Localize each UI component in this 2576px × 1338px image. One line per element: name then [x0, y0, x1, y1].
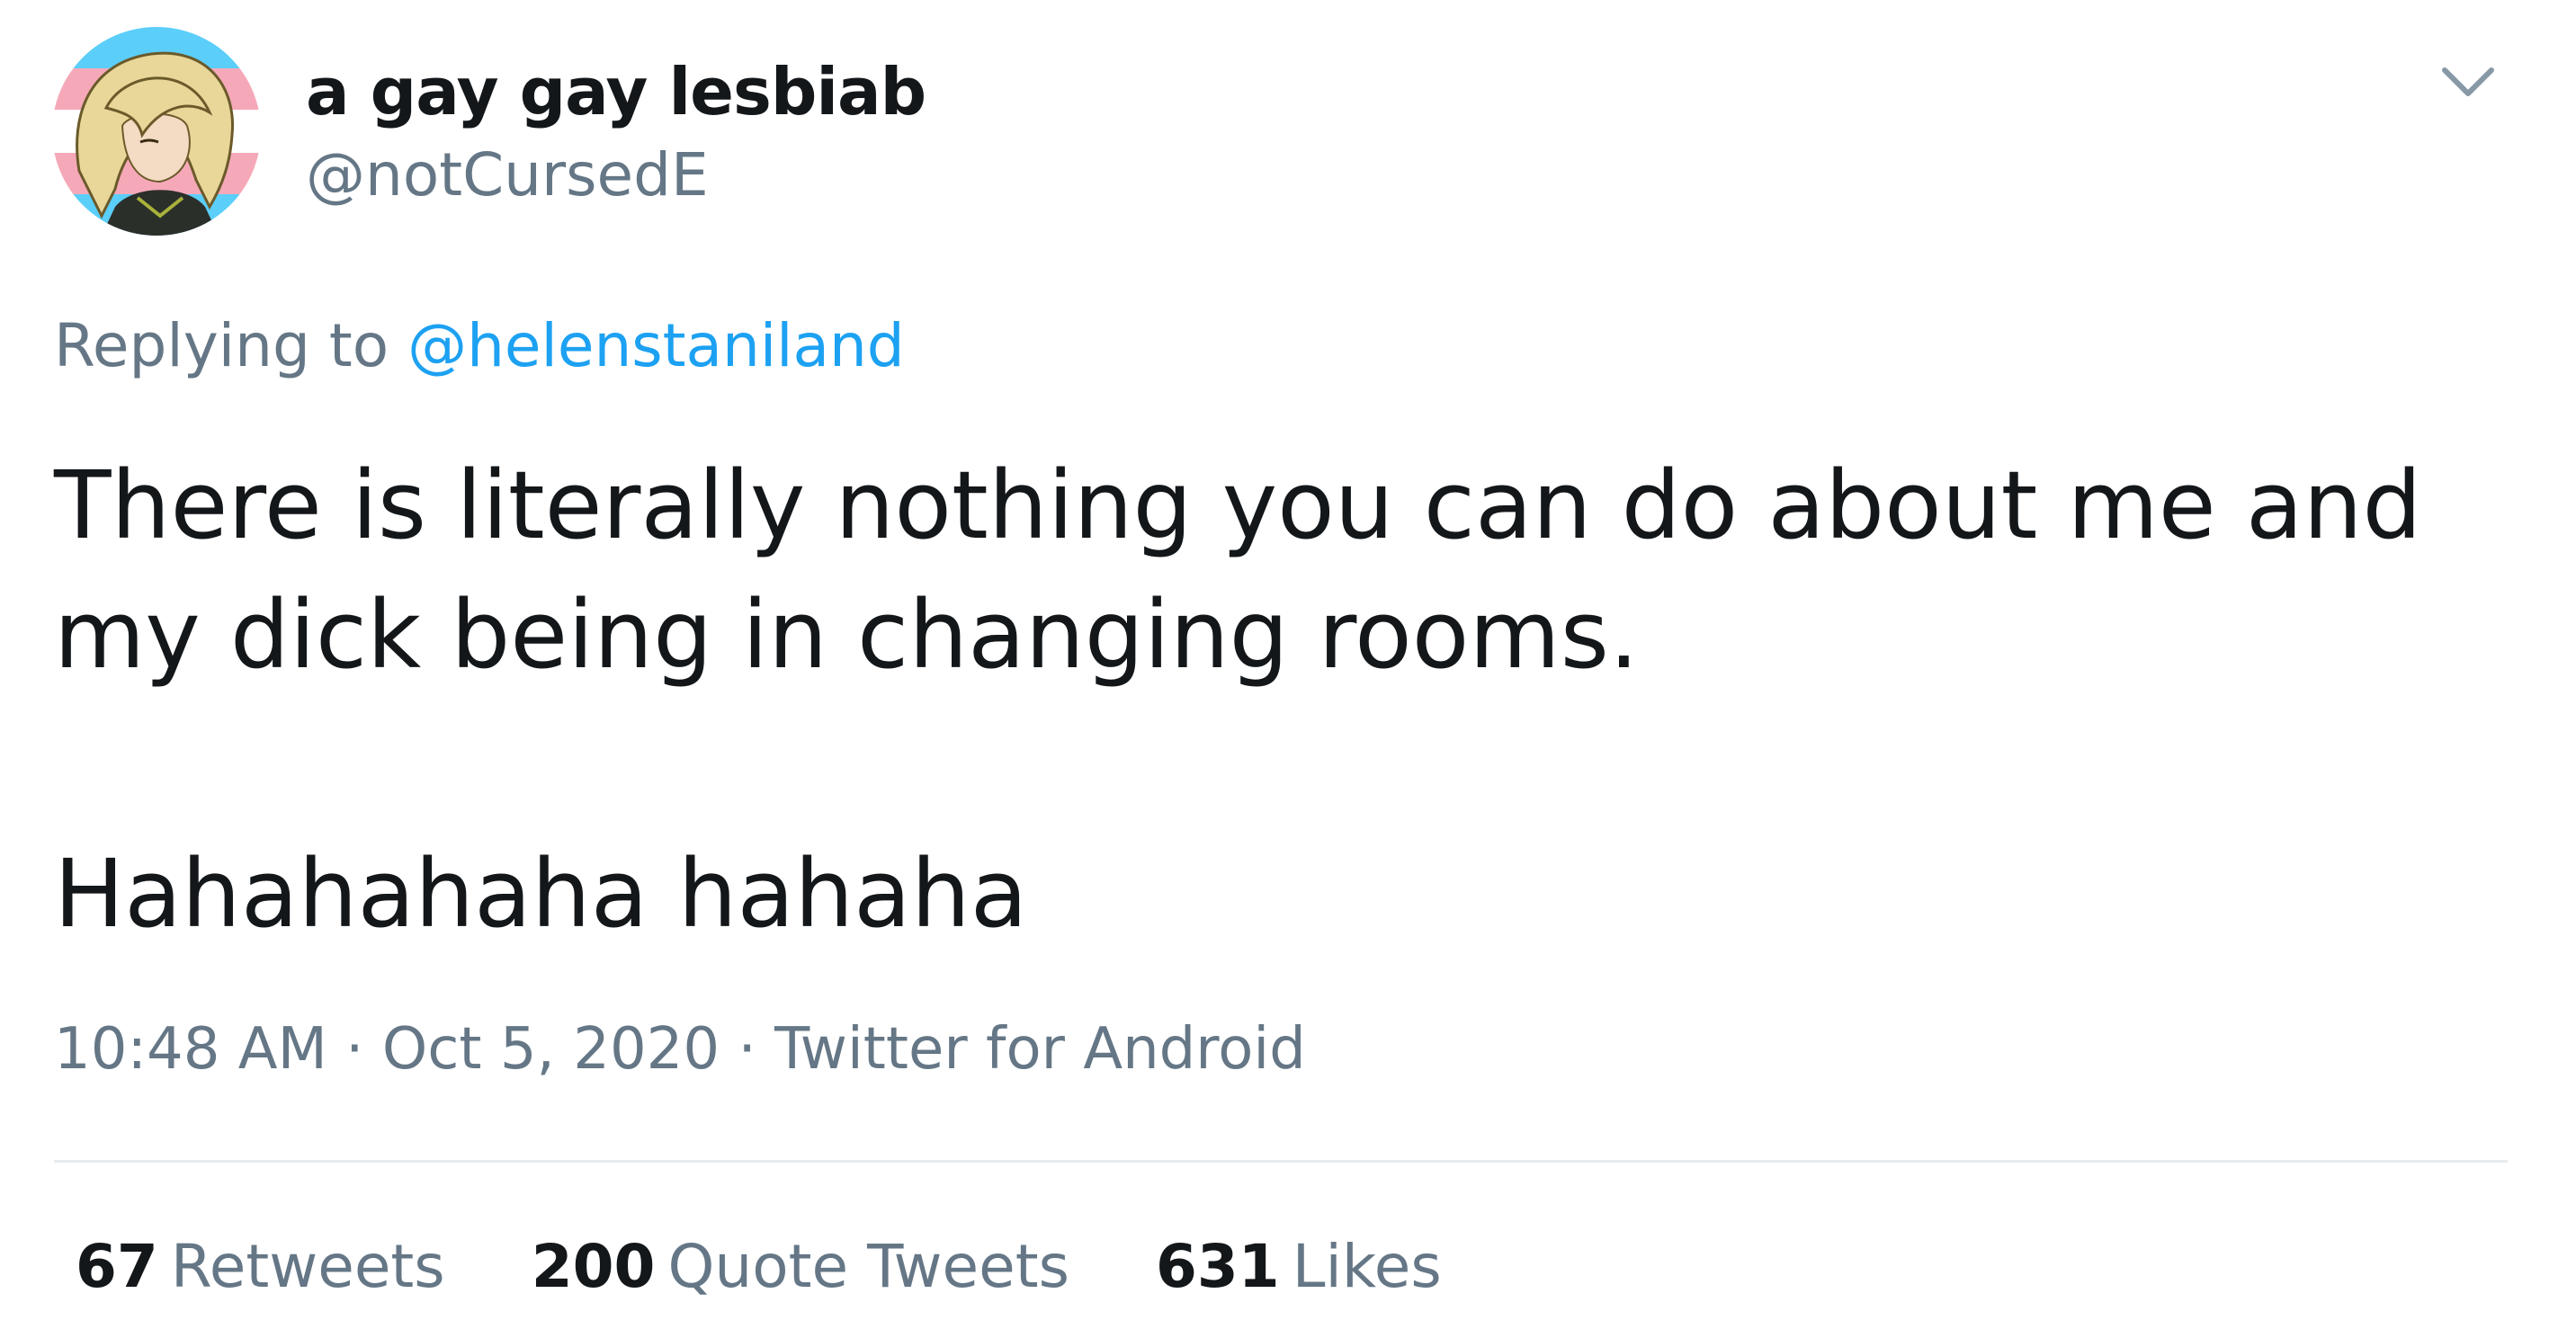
tweet-text-line: There is literally nothing you can do ab… — [54, 450, 2422, 690]
likes-stat[interactable]: 631 Likes — [1156, 1232, 1442, 1301]
likes-label: Likes — [1292, 1232, 1442, 1301]
tweet-date[interactable]: Oct 5, 2020 — [382, 1016, 720, 1083]
meta-separator: · — [738, 1016, 756, 1083]
replying-prefix: Replying to — [54, 311, 389, 380]
tweet-text: There is literally nothing you can do ab… — [54, 441, 2536, 959]
quote-tweets-label: Quote Tweets — [667, 1232, 1069, 1301]
reply-mention-link[interactable]: @helenstaniland — [407, 311, 905, 380]
retweets-label: Retweets — [170, 1232, 445, 1301]
quote-tweets-stat[interactable]: 200 Quote Tweets — [532, 1232, 1069, 1301]
retweets-count: 67 — [76, 1232, 158, 1301]
replying-to: Replying to @helenstaniland — [54, 311, 905, 380]
display-name[interactable]: a gay gay lesbiab — [306, 54, 926, 129]
tweet-meta: 10:48 AM · Oct 5, 2020 · Twitter for And… — [54, 1016, 1306, 1083]
meta-separator: · — [345, 1016, 364, 1083]
tweet-source[interactable]: Twitter for Android — [774, 1016, 1306, 1083]
divider — [54, 1160, 2508, 1163]
tweet-text-line: Hahahahaha hahaha — [54, 839, 1028, 949]
avatar[interactable] — [52, 27, 261, 236]
retweets-stat[interactable]: 67 Retweets — [76, 1232, 445, 1301]
tweet-card: a gay gay lesbiab @notCursedE Replying t… — [0, 0, 2576, 1338]
avatar-image — [52, 27, 261, 236]
user-handle[interactable]: @notCursedE — [306, 140, 709, 210]
quote-tweets-count: 200 — [531, 1232, 656, 1301]
tweet-time[interactable]: 10:48 AM — [54, 1016, 327, 1083]
chevron-down-icon[interactable] — [2432, 52, 2504, 115]
tweet-stats: 67 Retweets 200 Quote Tweets 631 Likes — [76, 1232, 1442, 1301]
likes-count: 631 — [1155, 1232, 1280, 1301]
